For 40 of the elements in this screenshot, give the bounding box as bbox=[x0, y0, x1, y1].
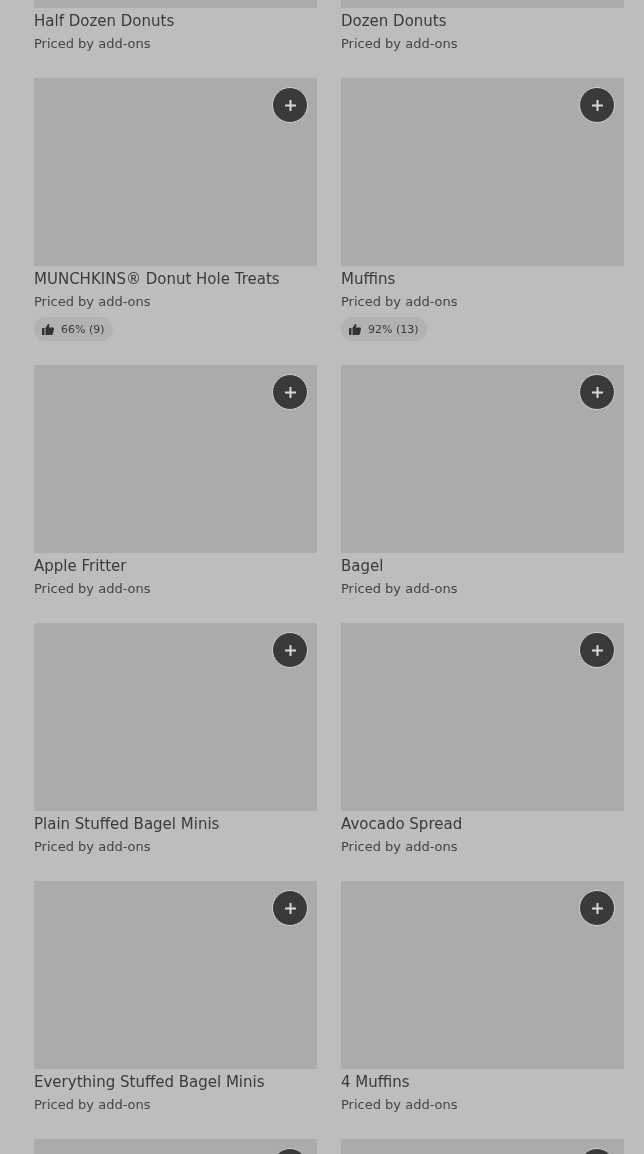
add-button[interactable] bbox=[579, 374, 615, 410]
item-price: Priced by add-ons bbox=[34, 580, 152, 598]
add-button[interactable] bbox=[272, 374, 308, 410]
item-title: 4 Muffins bbox=[341, 1072, 411, 1092]
add-button[interactable] bbox=[579, 890, 615, 926]
item-title: Muffins bbox=[341, 269, 397, 289]
item-title: Bagel bbox=[341, 556, 385, 576]
plus-icon bbox=[590, 901, 604, 915]
item-price: Priced by add-ons bbox=[34, 35, 152, 53]
plus-icon bbox=[283, 643, 297, 657]
add-button[interactable] bbox=[272, 87, 308, 123]
item-price: Priced by add-ons bbox=[341, 580, 459, 598]
thumbs-up-icon bbox=[349, 323, 361, 335]
item-price: Priced by add-ons bbox=[34, 293, 152, 311]
add-button[interactable] bbox=[272, 632, 308, 668]
item-price: Priced by add-ons bbox=[341, 1096, 459, 1114]
rating-text: 66% (9) bbox=[61, 322, 105, 336]
plus-icon bbox=[283, 901, 297, 915]
item-title: Apple Fritter bbox=[34, 556, 128, 576]
item-price: Priced by add-ons bbox=[341, 838, 459, 856]
item-price: Priced by add-ons bbox=[341, 293, 459, 311]
item-title: Plain Stuffed Bagel Minis bbox=[34, 814, 221, 834]
add-button[interactable] bbox=[579, 87, 615, 123]
item-title: Everything Stuffed Bagel Minis bbox=[34, 1072, 266, 1092]
item-price: Priced by add-ons bbox=[34, 838, 152, 856]
plus-icon bbox=[283, 98, 297, 112]
item-price: Priced by add-ons bbox=[341, 35, 459, 53]
item-title: Half Dozen Donuts bbox=[34, 11, 176, 31]
add-button[interactable] bbox=[272, 890, 308, 926]
thumbs-up-icon bbox=[42, 323, 54, 335]
plus-icon bbox=[590, 98, 604, 112]
plus-icon bbox=[590, 643, 604, 657]
item-title: Avocado Spread bbox=[341, 814, 464, 834]
item-price: Priced by add-ons bbox=[34, 1096, 152, 1114]
rating-text: 92% (13) bbox=[368, 322, 419, 336]
item-title: Dozen Donuts bbox=[341, 11, 448, 31]
plus-icon bbox=[590, 385, 604, 399]
plus-icon bbox=[283, 385, 297, 399]
item-title: MUNCHKINS® Donut Hole Treats bbox=[34, 269, 281, 289]
add-button[interactable] bbox=[579, 632, 615, 668]
